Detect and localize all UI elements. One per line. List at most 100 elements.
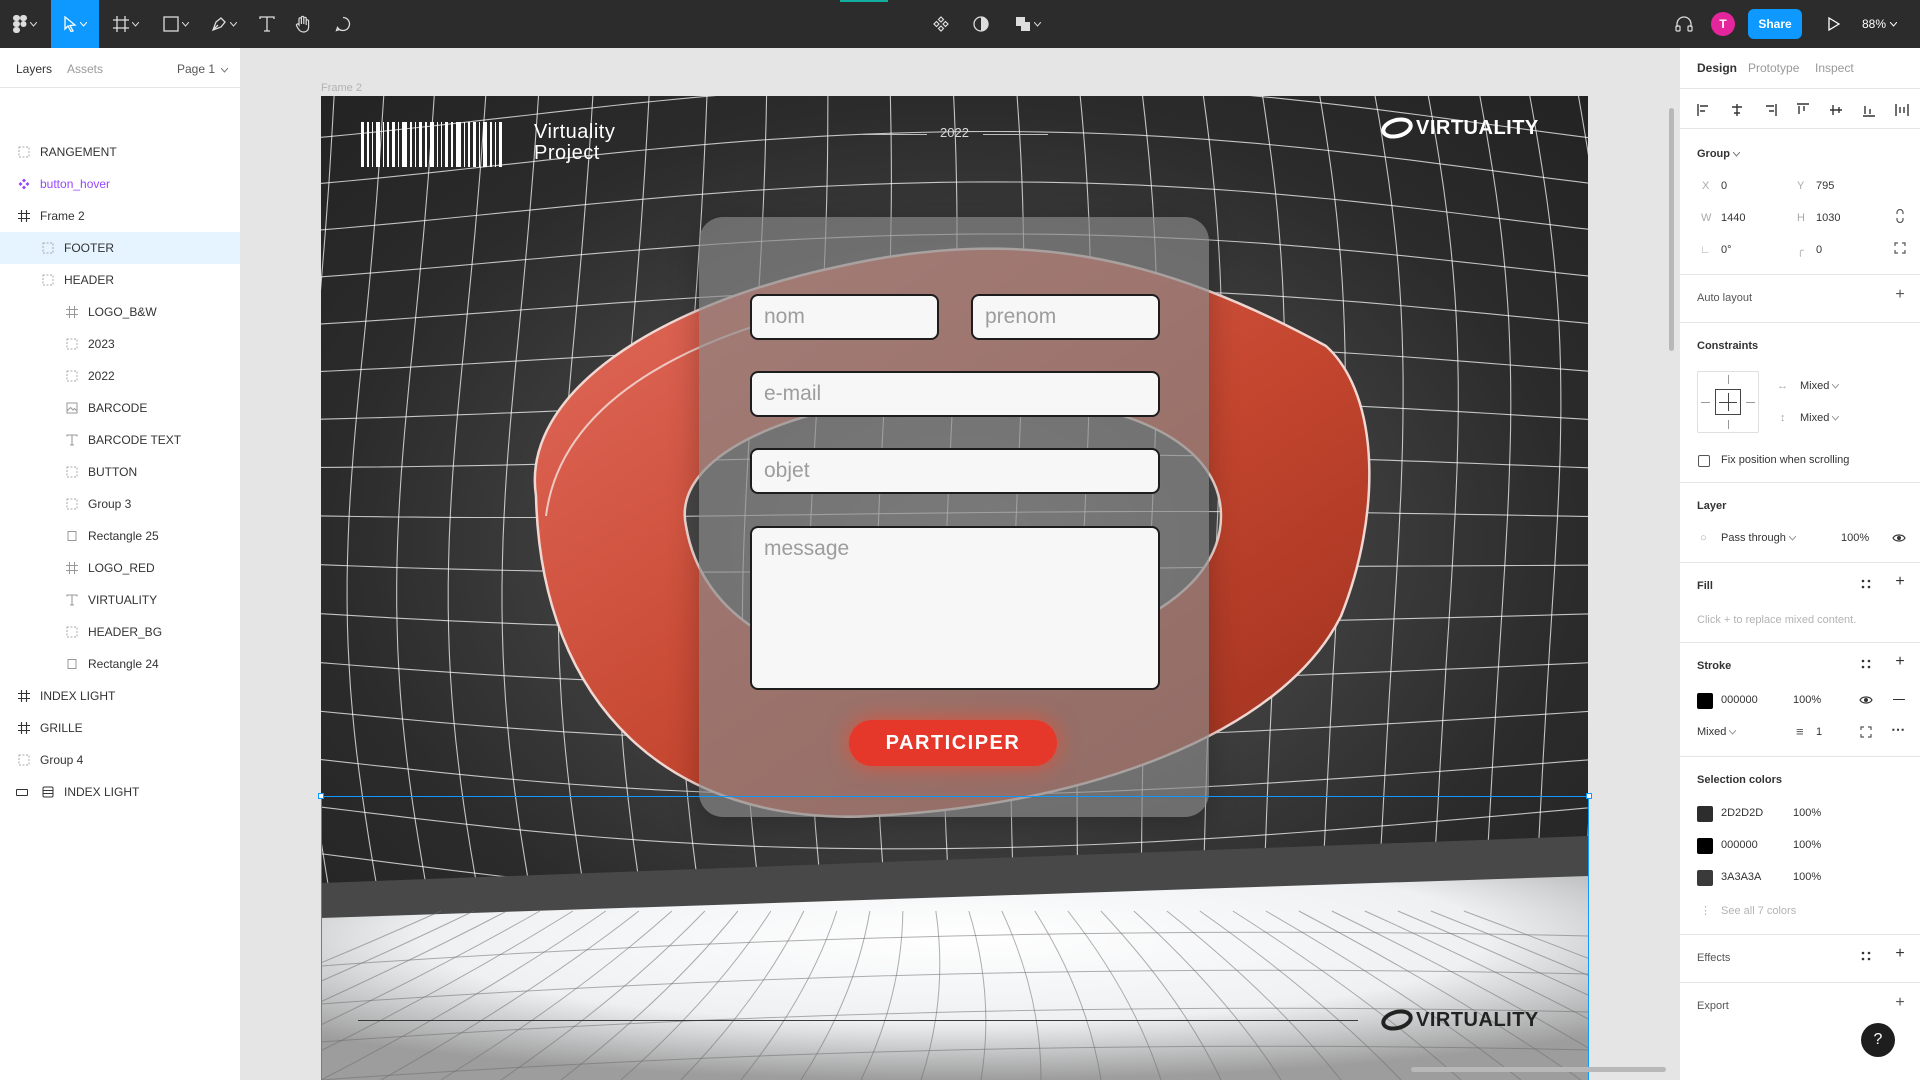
layer-row[interactable]: VIRTUALITY [0, 584, 240, 616]
eye-icon[interactable] [1891, 530, 1907, 546]
vertical-scrollbar[interactable] [1669, 108, 1674, 351]
layer-row[interactable]: Rectangle 24 [0, 648, 240, 680]
align-left-icon[interactable] [1697, 103, 1713, 119]
selection-bounds[interactable] [321, 796, 1589, 1080]
layer-row[interactable]: Rectangle 25 [0, 520, 240, 552]
color-swatch[interactable] [1697, 806, 1713, 822]
stroke-swatch[interactable] [1697, 693, 1713, 709]
constrain-proportions-icon[interactable] [1892, 208, 1908, 224]
layer-row[interactable]: BUTTON [0, 456, 240, 488]
tab-inspect[interactable]: Inspect [1815, 61, 1854, 75]
add-stroke-icon[interactable]: + [1893, 653, 1907, 670]
hand-tool-button[interactable] [288, 0, 318, 48]
layer-row[interactable]: FOOTER [0, 232, 240, 264]
zoom-menu[interactable]: 88% [1862, 0, 1898, 48]
frame-label[interactable]: Frame 2 [321, 82, 362, 94]
blend-mode-select[interactable]: Pass through [1721, 532, 1797, 544]
move-tool-button[interactable] [51, 0, 99, 48]
rotation-input[interactable]: 0° [1721, 244, 1732, 256]
y-input[interactable]: 795 [1816, 180, 1834, 192]
objet-field[interactable]: objet [750, 448, 1160, 494]
boolean-button[interactable] [1010, 0, 1046, 48]
layer-opacity-input[interactable]: 100% [1841, 532, 1869, 544]
add-effect-icon[interactable]: + [1893, 945, 1907, 962]
message-field[interactable]: message [750, 526, 1160, 690]
layer-row[interactable]: INDEX LIGHT [0, 680, 240, 712]
align-middle-icon[interactable] [1829, 103, 1845, 119]
participer-button[interactable]: PARTICIPER [849, 720, 1057, 766]
present-button[interactable] [1822, 0, 1846, 48]
color-swatch[interactable] [1697, 870, 1713, 886]
color-opacity[interactable]: 100% [1793, 871, 1821, 883]
resize-handle-top-left[interactable] [318, 793, 324, 799]
layer-row[interactable]: Group 3 [0, 488, 240, 520]
nom-field[interactable]: nom [750, 294, 939, 340]
tab-layers[interactable]: Layers [16, 62, 52, 76]
avatar[interactable]: T [1711, 12, 1735, 36]
stroke-sides-icon[interactable] [1858, 724, 1874, 740]
horizontal-constraint-select[interactable]: Mixed [1800, 380, 1840, 392]
style-grid-icon[interactable] [1858, 576, 1874, 592]
remove-stroke-icon[interactable] [1893, 699, 1905, 700]
stroke-color-input[interactable]: 000000 [1721, 694, 1758, 706]
comment-tool-button[interactable] [328, 0, 358, 48]
eye-icon[interactable] [1858, 692, 1874, 708]
components-button[interactable] [928, 0, 954, 48]
more-options-icon[interactable]: ⋯ [1889, 721, 1907, 737]
layer-row[interactable]: LOGO_B&W [0, 296, 240, 328]
canvas[interactable]: Frame 2 Virtuality Project 2022 VIRTUALI… [241, 48, 1679, 1080]
page-selector[interactable]: Page 1 [177, 62, 229, 76]
tab-prototype[interactable]: Prototype [1748, 61, 1799, 75]
constraints-widget[interactable] [1697, 371, 1759, 433]
color-hex[interactable]: 2D2D2D [1721, 807, 1763, 819]
frame-tool-button[interactable] [108, 0, 144, 48]
text-tool-button[interactable] [252, 0, 282, 48]
layer-row[interactable]: HEADER [0, 264, 240, 296]
radius-input[interactable]: 0 [1816, 244, 1822, 256]
fix-position-checkbox[interactable] [1698, 455, 1710, 467]
prenom-field[interactable]: prenom [971, 294, 1160, 340]
layer-row[interactable]: GRILLE [0, 712, 240, 744]
layer-row[interactable]: 2022 [0, 360, 240, 392]
tab-design[interactable]: Design [1697, 61, 1737, 75]
email-field[interactable]: e-mail [750, 371, 1160, 417]
layer-row[interactable]: RANGEMENT [0, 136, 240, 168]
distribute-icon[interactable] [1895, 103, 1911, 119]
align-center-h-icon[interactable] [1730, 103, 1746, 119]
color-hex[interactable]: 3A3A3A [1721, 871, 1761, 883]
main-menu-button[interactable] [8, 0, 42, 48]
add-fill-icon[interactable]: + [1893, 573, 1907, 590]
shape-tool-button[interactable] [158, 0, 194, 48]
vertical-constraint-select[interactable]: Mixed [1800, 412, 1840, 424]
stroke-weight-input[interactable]: 1 [1816, 726, 1822, 738]
w-input[interactable]: 1440 [1721, 212, 1745, 224]
h-input[interactable]: 1030 [1816, 212, 1840, 224]
align-bottom-icon[interactable] [1862, 103, 1878, 119]
align-right-icon[interactable] [1763, 103, 1779, 119]
layer-row[interactable]: INDEX LIGHT [0, 776, 240, 808]
layer-row[interactable]: BARCODE [0, 392, 240, 424]
resize-handle-top-right[interactable] [1586, 793, 1592, 799]
layer-row[interactable]: HEADER_BG [0, 616, 240, 648]
add-export-icon[interactable]: + [1893, 994, 1907, 1011]
align-top-icon[interactable] [1796, 103, 1812, 119]
stroke-opacity-input[interactable]: 100% [1793, 694, 1821, 706]
collapse-icon[interactable] [16, 789, 28, 796]
add-auto-layout-icon[interactable]: + [1893, 286, 1907, 303]
layer-row[interactable]: BARCODE TEXT [0, 424, 240, 456]
x-input[interactable]: 0 [1721, 180, 1727, 192]
layer-row[interactable]: LOGO_RED [0, 552, 240, 584]
horizontal-scrollbar[interactable] [1411, 1067, 1666, 1072]
color-opacity[interactable]: 100% [1793, 839, 1821, 851]
tab-assets[interactable]: Assets [67, 62, 103, 76]
pen-tool-button[interactable] [206, 0, 242, 48]
help-button[interactable]: ? [1861, 1023, 1895, 1057]
color-hex[interactable]: 000000 [1721, 839, 1758, 851]
see-all-colors-link[interactable]: See all 7 colors [1721, 905, 1796, 917]
layer-row[interactable]: Group 4 [0, 744, 240, 776]
layer-row[interactable]: button_hover [0, 168, 240, 200]
stroke-align-select[interactable]: Mixed [1697, 726, 1737, 738]
color-swatch[interactable] [1697, 838, 1713, 854]
style-grid-icon[interactable] [1858, 948, 1874, 964]
layer-row[interactable]: Frame 2 [0, 200, 240, 232]
